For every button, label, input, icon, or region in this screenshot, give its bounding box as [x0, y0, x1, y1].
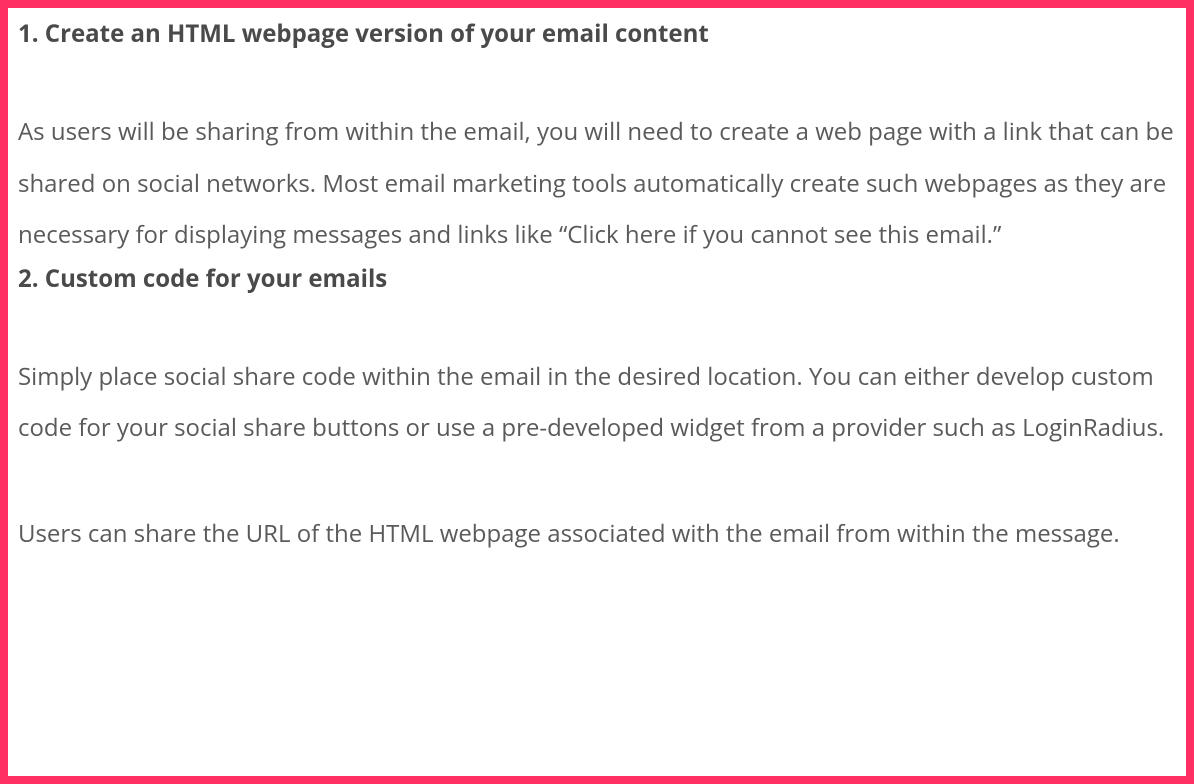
section-1-heading: 1. Create an HTML webpage version of you…: [18, 16, 1176, 52]
section-1-paragraph-1: As users will be sharing from within the…: [18, 106, 1176, 261]
section-2-heading: 2. Custom code for your emails: [18, 261, 1176, 297]
section-2-paragraph-2: Users can share the URL of the HTML webp…: [18, 508, 1176, 560]
section-1: 1. Create an HTML webpage version of you…: [18, 16, 1176, 261]
section-2: 2. Custom code for your emails Simply pl…: [18, 261, 1176, 560]
content-frame: 1. Create an HTML webpage version of you…: [0, 0, 1194, 784]
section-2-paragraph-1: Simply place social share code within th…: [18, 351, 1176, 454]
